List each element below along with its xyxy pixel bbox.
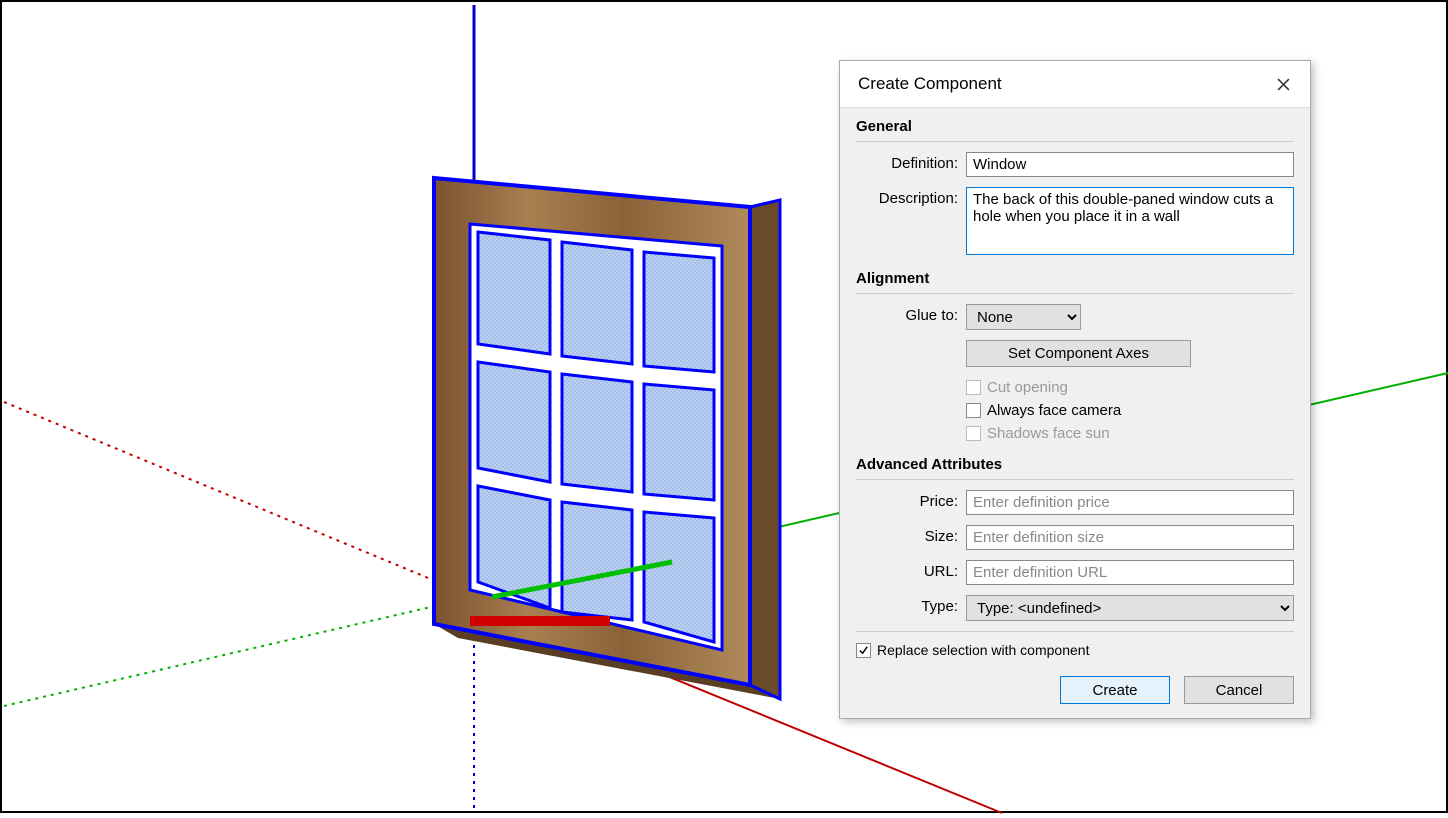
close-icon [1277,78,1290,91]
dialog-titlebar[interactable]: Create Component [840,61,1310,107]
create-button[interactable]: Create [1060,676,1170,704]
cancel-button[interactable]: Cancel [1184,676,1294,704]
label-type: Type: [856,595,966,615]
type-select[interactable]: Type: <undefined> [966,595,1294,621]
check-icon [858,645,869,656]
label-price: Price: [856,490,966,510]
shadows-sun-checkbox: Shadows face sun [966,423,1294,446]
replace-selection-checkbox[interactable]: Replace selection with component [856,631,1294,658]
price-input[interactable] [966,490,1294,515]
size-input[interactable] [966,525,1294,550]
url-input[interactable] [966,560,1294,585]
label-description: Description: [856,187,966,207]
label-glue-to: Glue to: [856,304,966,324]
section-advanced: Advanced Attributes [856,454,1294,480]
face-camera-checkbox[interactable]: Always face camera [966,400,1294,423]
section-alignment: Alignment [856,268,1294,294]
definition-input[interactable] [966,152,1294,177]
section-general: General [856,116,1294,142]
description-textarea[interactable] [966,187,1294,255]
label-size: Size: [856,525,966,545]
label-url: URL: [856,560,966,580]
create-component-dialog: Create Component General Definition: Des… [839,60,1311,719]
glue-to-select[interactable]: None [966,304,1081,330]
close-button[interactable] [1270,71,1296,97]
cut-opening-checkbox: Cut opening [966,377,1294,400]
label-definition: Definition: [856,152,966,172]
set-axes-button[interactable]: Set Component Axes [966,340,1191,367]
dialog-title: Create Component [858,74,1002,94]
